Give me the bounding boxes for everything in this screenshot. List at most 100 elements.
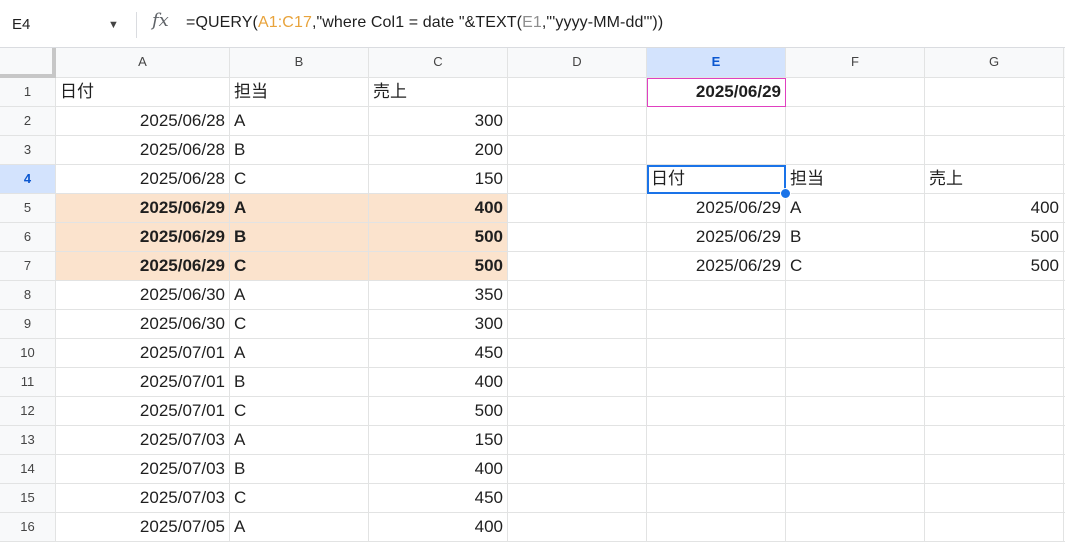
cell-a15[interactable]: 2025/07/03 (56, 484, 230, 513)
column-header-g[interactable]: G (925, 48, 1064, 78)
cell-d7[interactable] (508, 252, 647, 281)
cell-f10[interactable] (786, 339, 925, 368)
cell-d12[interactable] (508, 397, 647, 426)
cell-f1[interactable] (786, 78, 925, 107)
cell-b3[interactable]: B (230, 136, 369, 165)
chevron-down-icon[interactable]: ▼ (108, 12, 119, 38)
cell-b7[interactable]: C (230, 252, 369, 281)
cell-c3[interactable]: 200 (369, 136, 508, 165)
cell-b14[interactable]: B (230, 455, 369, 484)
cell-a7[interactable]: 2025/06/29 (56, 252, 230, 281)
cell-d2[interactable] (508, 107, 647, 136)
cell-c10[interactable]: 450 (369, 339, 508, 368)
cell-c13[interactable]: 150 (369, 426, 508, 455)
cell-a16[interactable]: 2025/07/05 (56, 513, 230, 542)
cell-a6[interactable]: 2025/06/29 (56, 223, 230, 252)
cell-d15[interactable] (508, 484, 647, 513)
cell-e16[interactable] (647, 513, 786, 542)
cell-b1[interactable]: 担当 (230, 78, 369, 107)
cell-d16[interactable] (508, 513, 647, 542)
cell-a13[interactable]: 2025/07/03 (56, 426, 230, 455)
cell-b16[interactable]: A (230, 513, 369, 542)
column-header-b[interactable]: B (230, 48, 369, 78)
formula-input[interactable]: =QUERY(A1:C17,"where Col1 = date "&TEXT(… (186, 14, 663, 32)
cell-a8[interactable]: 2025/06/30 (56, 281, 230, 310)
cell-c11[interactable]: 400 (369, 368, 508, 397)
cell-f13[interactable] (786, 426, 925, 455)
cell-g12[interactable] (925, 397, 1064, 426)
column-header-c[interactable]: C (369, 48, 508, 78)
cell-a4[interactable]: 2025/06/28 (56, 165, 230, 194)
cell-c6[interactable]: 500 (369, 223, 508, 252)
row-header-13[interactable]: 13 (0, 426, 56, 455)
cell-c9[interactable]: 300 (369, 310, 508, 339)
cell-e3[interactable] (647, 136, 786, 165)
select-all-corner[interactable] (0, 48, 56, 78)
row-header-11[interactable]: 11 (0, 368, 56, 397)
cell-b15[interactable]: C (230, 484, 369, 513)
cell-g15[interactable] (925, 484, 1064, 513)
cell-c12[interactable]: 500 (369, 397, 508, 426)
cell-e8[interactable] (647, 281, 786, 310)
row-header-10[interactable]: 10 (0, 339, 56, 368)
cell-g1[interactable] (925, 78, 1064, 107)
cell-e6[interactable]: 2025/06/29 (647, 223, 786, 252)
cell-b5[interactable]: A (230, 194, 369, 223)
cell-b11[interactable]: B (230, 368, 369, 397)
row-header-15[interactable]: 15 (0, 484, 56, 513)
cell-d14[interactable] (508, 455, 647, 484)
cell-g8[interactable] (925, 281, 1064, 310)
cell-f16[interactable] (786, 513, 925, 542)
cell-b6[interactable]: B (230, 223, 369, 252)
cell-a5[interactable]: 2025/06/29 (56, 194, 230, 223)
cell-d5[interactable] (508, 194, 647, 223)
cell-d8[interactable] (508, 281, 647, 310)
cell-g10[interactable] (925, 339, 1064, 368)
name-box-ref[interactable]: E4 (12, 12, 30, 38)
cell-g5[interactable]: 400 (925, 194, 1064, 223)
cell-b8[interactable]: A (230, 281, 369, 310)
cell-f9[interactable] (786, 310, 925, 339)
cell-e2[interactable] (647, 107, 786, 136)
cell-g16[interactable] (925, 513, 1064, 542)
cell-f6[interactable]: B (786, 223, 925, 252)
column-header-f[interactable]: F (786, 48, 925, 78)
cell-b13[interactable]: A (230, 426, 369, 455)
cell-d1[interactable] (508, 78, 647, 107)
cell-c15[interactable]: 450 (369, 484, 508, 513)
cell-a11[interactable]: 2025/07/01 (56, 368, 230, 397)
cell-b10[interactable]: A (230, 339, 369, 368)
cell-b2[interactable]: A (230, 107, 369, 136)
cell-c14[interactable]: 400 (369, 455, 508, 484)
cell-g13[interactable] (925, 426, 1064, 455)
cell-b12[interactable]: C (230, 397, 369, 426)
cell-c7[interactable]: 500 (369, 252, 508, 281)
cell-f15[interactable] (786, 484, 925, 513)
cell-d9[interactable] (508, 310, 647, 339)
cell-g7[interactable]: 500 (925, 252, 1064, 281)
cell-a14[interactable]: 2025/07/03 (56, 455, 230, 484)
cell-g9[interactable] (925, 310, 1064, 339)
row-header-12[interactable]: 12 (0, 397, 56, 426)
name-box[interactable]: E4 ▼ (8, 12, 128, 38)
cell-d13[interactable] (508, 426, 647, 455)
row-header-5[interactable]: 5 (0, 194, 56, 223)
cell-a10[interactable]: 2025/07/01 (56, 339, 230, 368)
row-header-8[interactable]: 8 (0, 281, 56, 310)
column-header-e[interactable]: E (647, 48, 786, 78)
cell-g14[interactable] (925, 455, 1064, 484)
cell-g3[interactable] (925, 136, 1064, 165)
cell-e14[interactable] (647, 455, 786, 484)
cell-g6[interactable]: 500 (925, 223, 1064, 252)
cell-f7[interactable]: C (786, 252, 925, 281)
cell-g11[interactable] (925, 368, 1064, 397)
cell-f3[interactable] (786, 136, 925, 165)
cell-d11[interactable] (508, 368, 647, 397)
cell-c16[interactable]: 400 (369, 513, 508, 542)
cell-a1[interactable]: 日付 (56, 78, 230, 107)
cell-g2[interactable] (925, 107, 1064, 136)
cell-b9[interactable]: C (230, 310, 369, 339)
row-header-7[interactable]: 7 (0, 252, 56, 281)
fill-handle[interactable] (780, 188, 791, 199)
row-header-3[interactable]: 3 (0, 136, 56, 165)
